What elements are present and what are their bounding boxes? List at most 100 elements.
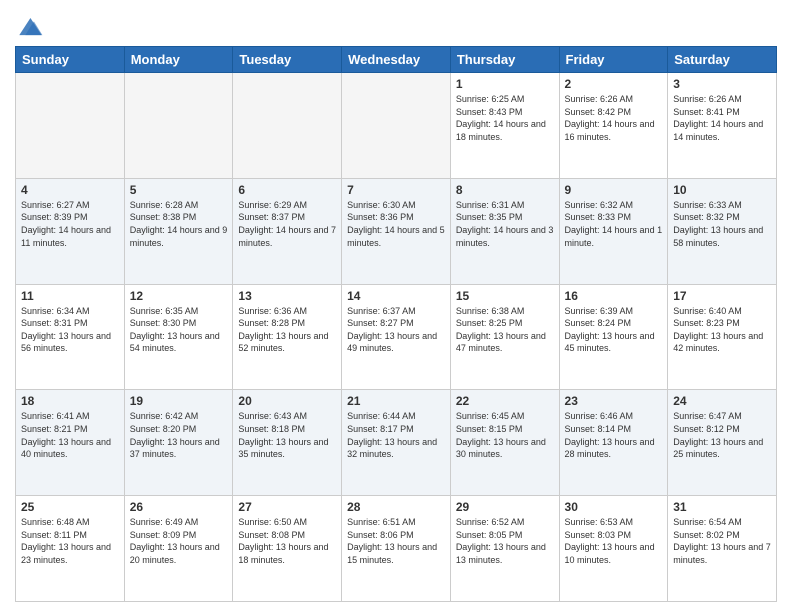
calendar-cell bbox=[233, 73, 342, 179]
day-number: 31 bbox=[673, 500, 771, 514]
calendar-cell: 12 Sunrise: 6:35 AM Sunset: 8:30 PM Dayli… bbox=[124, 284, 233, 390]
calendar-cell: 25 Sunrise: 6:48 AM Sunset: 8:11 PM Dayli… bbox=[16, 496, 125, 602]
day-number: 14 bbox=[347, 289, 445, 303]
calendar-cell: 30Sunrise: 6:53 AM Sunset: 8:03 PM Dayli… bbox=[559, 496, 668, 602]
day-number: 29 bbox=[456, 500, 554, 514]
day-number: 13 bbox=[238, 289, 336, 303]
day-info: Sunrise: 6:25 AM Sunset: 8:43 PM Dayligh… bbox=[456, 93, 554, 143]
day-number: 6 bbox=[238, 183, 336, 197]
calendar-cell: 1 Sunrise: 6:25 AM Sunset: 8:43 PM Daylig… bbox=[450, 73, 559, 179]
day-info: Sunrise: 6:48 AM Sunset: 8:11 PM Dayligh… bbox=[21, 516, 119, 566]
calendar-cell: 19 Sunrise: 6:42 AM Sunset: 8:20 PM Dayli… bbox=[124, 390, 233, 496]
day-info: Sunrise: 6:36 AM Sunset: 8:28 PM Dayligh… bbox=[238, 305, 336, 355]
calendar-cell: 26 Sunrise: 6:49 AM Sunset: 8:09 PM Dayli… bbox=[124, 496, 233, 602]
header bbox=[15, 10, 777, 38]
day-info: Sunrise: 6:52 AM Sunset: 8:05 PM Dayligh… bbox=[456, 516, 554, 566]
day-info: Sunrise: 6:34 AM Sunset: 8:31 PM Dayligh… bbox=[21, 305, 119, 355]
calendar-week-2: 4 Sunrise: 6:27 AM Sunset: 8:39 PM Daylig… bbox=[16, 178, 777, 284]
day-info: Sunrise: 6:49 AM Sunset: 8:09 PM Dayligh… bbox=[130, 516, 228, 566]
day-info: Sunrise: 6:37 AM Sunset: 8:27 PM Dayligh… bbox=[347, 305, 445, 355]
calendar-cell: 3 Sunrise: 6:26 AM Sunset: 8:41 PM Daylig… bbox=[668, 73, 777, 179]
day-header-thursday: Thursday bbox=[450, 47, 559, 73]
day-number: 26 bbox=[130, 500, 228, 514]
day-header-monday: Monday bbox=[124, 47, 233, 73]
day-number: 3 bbox=[673, 77, 771, 91]
day-number: 24 bbox=[673, 394, 771, 408]
day-number: 25 bbox=[21, 500, 119, 514]
calendar-cell: 5Sunrise: 6:28 AM Sunset: 8:38 PM Daylig… bbox=[124, 178, 233, 284]
day-info: Sunrise: 6:26 AM Sunset: 8:41 PM Dayligh… bbox=[673, 93, 771, 143]
day-number: 18 bbox=[21, 394, 119, 408]
logo-icon bbox=[15, 10, 45, 38]
calendar-cell: 11Sunrise: 6:34 AM Sunset: 8:31 PM Dayli… bbox=[16, 284, 125, 390]
calendar-cell: 16 Sunrise: 6:39 AM Sunset: 8:24 PM Dayli… bbox=[559, 284, 668, 390]
calendar-week-5: 25 Sunrise: 6:48 AM Sunset: 8:11 PM Dayli… bbox=[16, 496, 777, 602]
calendar-cell bbox=[16, 73, 125, 179]
day-info: Sunrise: 6:41 AM Sunset: 8:21 PM Dayligh… bbox=[21, 410, 119, 460]
day-number: 23 bbox=[565, 394, 663, 408]
day-info: Sunrise: 6:27 AM Sunset: 8:39 PM Dayligh… bbox=[21, 199, 119, 249]
day-info: Sunrise: 6:53 AM Sunset: 8:03 PM Dayligh… bbox=[565, 516, 663, 566]
day-header-wednesday: Wednesday bbox=[342, 47, 451, 73]
day-info: Sunrise: 6:44 AM Sunset: 8:17 PM Dayligh… bbox=[347, 410, 445, 460]
day-info: Sunrise: 6:39 AM Sunset: 8:24 PM Dayligh… bbox=[565, 305, 663, 355]
calendar-cell: 2Sunrise: 6:26 AM Sunset: 8:42 PM Daylig… bbox=[559, 73, 668, 179]
calendar-cell: 9 Sunrise: 6:32 AM Sunset: 8:33 PM Daylig… bbox=[559, 178, 668, 284]
calendar-cell: 4 Sunrise: 6:27 AM Sunset: 8:39 PM Daylig… bbox=[16, 178, 125, 284]
day-number: 16 bbox=[565, 289, 663, 303]
day-info: Sunrise: 6:31 AM Sunset: 8:35 PM Dayligh… bbox=[456, 199, 554, 249]
day-number: 15 bbox=[456, 289, 554, 303]
day-header-friday: Friday bbox=[559, 47, 668, 73]
day-info: Sunrise: 6:35 AM Sunset: 8:30 PM Dayligh… bbox=[130, 305, 228, 355]
calendar-cell bbox=[342, 73, 451, 179]
day-info: Sunrise: 6:50 AM Sunset: 8:08 PM Dayligh… bbox=[238, 516, 336, 566]
day-number: 12 bbox=[130, 289, 228, 303]
calendar-week-1: 1 Sunrise: 6:25 AM Sunset: 8:43 PM Daylig… bbox=[16, 73, 777, 179]
day-info: Sunrise: 6:40 AM Sunset: 8:23 PM Dayligh… bbox=[673, 305, 771, 355]
day-info: Sunrise: 6:51 AM Sunset: 8:06 PM Dayligh… bbox=[347, 516, 445, 566]
day-number: 1 bbox=[456, 77, 554, 91]
calendar-cell: 23 Sunrise: 6:46 AM Sunset: 8:14 PM Dayli… bbox=[559, 390, 668, 496]
calendar-cell: 15 Sunrise: 6:38 AM Sunset: 8:25 PM Dayli… bbox=[450, 284, 559, 390]
calendar-cell: 17 Sunrise: 6:40 AM Sunset: 8:23 PM Dayli… bbox=[668, 284, 777, 390]
calendar-cell: 8 Sunrise: 6:31 AM Sunset: 8:35 PM Daylig… bbox=[450, 178, 559, 284]
calendar-header-row: SundayMondayTuesdayWednesdayThursdayFrid… bbox=[16, 47, 777, 73]
calendar-cell: 27 Sunrise: 6:50 AM Sunset: 8:08 PM Dayli… bbox=[233, 496, 342, 602]
day-info: Sunrise: 6:29 AM Sunset: 8:37 PM Dayligh… bbox=[238, 199, 336, 249]
day-info: Sunrise: 6:47 AM Sunset: 8:12 PM Dayligh… bbox=[673, 410, 771, 460]
calendar-cell: 7Sunrise: 6:30 AM Sunset: 8:36 PM Daylig… bbox=[342, 178, 451, 284]
calendar-week-3: 11Sunrise: 6:34 AM Sunset: 8:31 PM Dayli… bbox=[16, 284, 777, 390]
day-number: 20 bbox=[238, 394, 336, 408]
calendar-cell: 24 Sunrise: 6:47 AM Sunset: 8:12 PM Dayli… bbox=[668, 390, 777, 496]
day-info: Sunrise: 6:30 AM Sunset: 8:36 PM Dayligh… bbox=[347, 199, 445, 249]
calendar-cell: 28 Sunrise: 6:51 AM Sunset: 8:06 PM Dayli… bbox=[342, 496, 451, 602]
day-number: 8 bbox=[456, 183, 554, 197]
day-info: Sunrise: 6:42 AM Sunset: 8:20 PM Dayligh… bbox=[130, 410, 228, 460]
day-info: Sunrise: 6:45 AM Sunset: 8:15 PM Dayligh… bbox=[456, 410, 554, 460]
day-number: 22 bbox=[456, 394, 554, 408]
calendar-cell: 6 Sunrise: 6:29 AM Sunset: 8:37 PM Daylig… bbox=[233, 178, 342, 284]
day-info: Sunrise: 6:54 AM Sunset: 8:02 PM Dayligh… bbox=[673, 516, 771, 566]
day-info: Sunrise: 6:33 AM Sunset: 8:32 PM Dayligh… bbox=[673, 199, 771, 249]
day-number: 5 bbox=[130, 183, 228, 197]
day-info: Sunrise: 6:43 AM Sunset: 8:18 PM Dayligh… bbox=[238, 410, 336, 460]
calendar-table: SundayMondayTuesdayWednesdayThursdayFrid… bbox=[15, 46, 777, 602]
day-info: Sunrise: 6:46 AM Sunset: 8:14 PM Dayligh… bbox=[565, 410, 663, 460]
day-info: Sunrise: 6:32 AM Sunset: 8:33 PM Dayligh… bbox=[565, 199, 663, 249]
day-number: 27 bbox=[238, 500, 336, 514]
day-number: 9 bbox=[565, 183, 663, 197]
calendar-cell: 14 Sunrise: 6:37 AM Sunset: 8:27 PM Dayli… bbox=[342, 284, 451, 390]
calendar-cell: 21 Sunrise: 6:44 AM Sunset: 8:17 PM Dayli… bbox=[342, 390, 451, 496]
day-number: 4 bbox=[21, 183, 119, 197]
calendar-cell: 20 Sunrise: 6:43 AM Sunset: 8:18 PM Dayli… bbox=[233, 390, 342, 496]
day-number: 19 bbox=[130, 394, 228, 408]
calendar-cell: 10Sunrise: 6:33 AM Sunset: 8:32 PM Dayli… bbox=[668, 178, 777, 284]
day-number: 21 bbox=[347, 394, 445, 408]
calendar-week-4: 18 Sunrise: 6:41 AM Sunset: 8:21 PM Dayli… bbox=[16, 390, 777, 496]
day-info: Sunrise: 6:38 AM Sunset: 8:25 PM Dayligh… bbox=[456, 305, 554, 355]
day-number: 17 bbox=[673, 289, 771, 303]
day-header-sunday: Sunday bbox=[16, 47, 125, 73]
day-info: Sunrise: 6:26 AM Sunset: 8:42 PM Dayligh… bbox=[565, 93, 663, 143]
calendar-cell: 31 Sunrise: 6:54 AM Sunset: 8:02 PM Dayli… bbox=[668, 496, 777, 602]
day-number: 28 bbox=[347, 500, 445, 514]
